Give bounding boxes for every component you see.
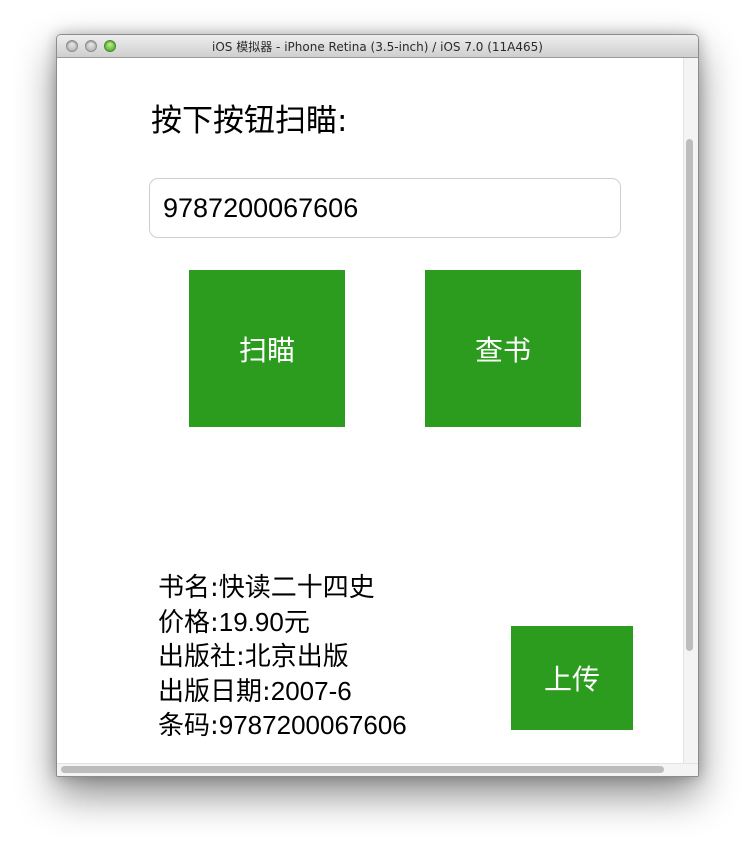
barcode-input[interactable] [149, 178, 621, 238]
book-price-row: 价格:19.90元 [158, 606, 407, 641]
upload-button[interactable]: 上传 [511, 626, 633, 730]
book-price-label: 价格: [158, 607, 219, 638]
scan-prompt-label: 按下按钮扫瞄: [151, 103, 348, 139]
horizontal-scrollbar-thumb[interactable] [61, 766, 664, 773]
vertical-scrollbar-thumb[interactable] [686, 139, 693, 651]
book-info: 书名:快读二十四史 价格:19.90元 出版社:北京出版 出版日期:2007-6… [158, 571, 407, 744]
window-title: iOS 模拟器 - iPhone Retina (3.5-inch) / iOS… [212, 40, 543, 54]
book-price-value: 19.90元 [218, 606, 310, 637]
book-pubdate-value: 2007-6 [270, 675, 352, 706]
book-barcode-value: 9787200067606 [218, 710, 407, 740]
app-screen: 按下按钮扫瞄: 扫瞄 查书 书名:快读二十四史 价格:19.90元 出版社:北京… [57, 58, 683, 763]
book-pubdate-row: 出版日期:2007-6 [158, 675, 407, 710]
book-title-row: 书名:快读二十四史 [158, 571, 407, 606]
book-title-value: 快读二十四史 [218, 572, 375, 602]
scan-button[interactable]: 扫瞄 [189, 270, 345, 427]
book-publisher-value: 北京出版 [244, 641, 349, 671]
book-barcode-row: 条码:9787200067606 [158, 709, 407, 744]
book-pubdate-label: 出版日期: [158, 676, 271, 707]
book-title-label: 书名: [158, 573, 219, 603]
book-publisher-label: 出版社: [158, 642, 245, 672]
book-barcode-label: 条码: [158, 711, 219, 741]
book-publisher-row: 出版社:北京出版 [158, 640, 407, 675]
window-titlebar: iOS 模拟器 - iPhone Retina (3.5-inch) / iOS… [57, 35, 698, 58]
simulator-window: iOS 模拟器 - iPhone Retina (3.5-inch) / iOS… [56, 34, 699, 777]
lookup-book-button[interactable]: 查书 [425, 270, 581, 427]
